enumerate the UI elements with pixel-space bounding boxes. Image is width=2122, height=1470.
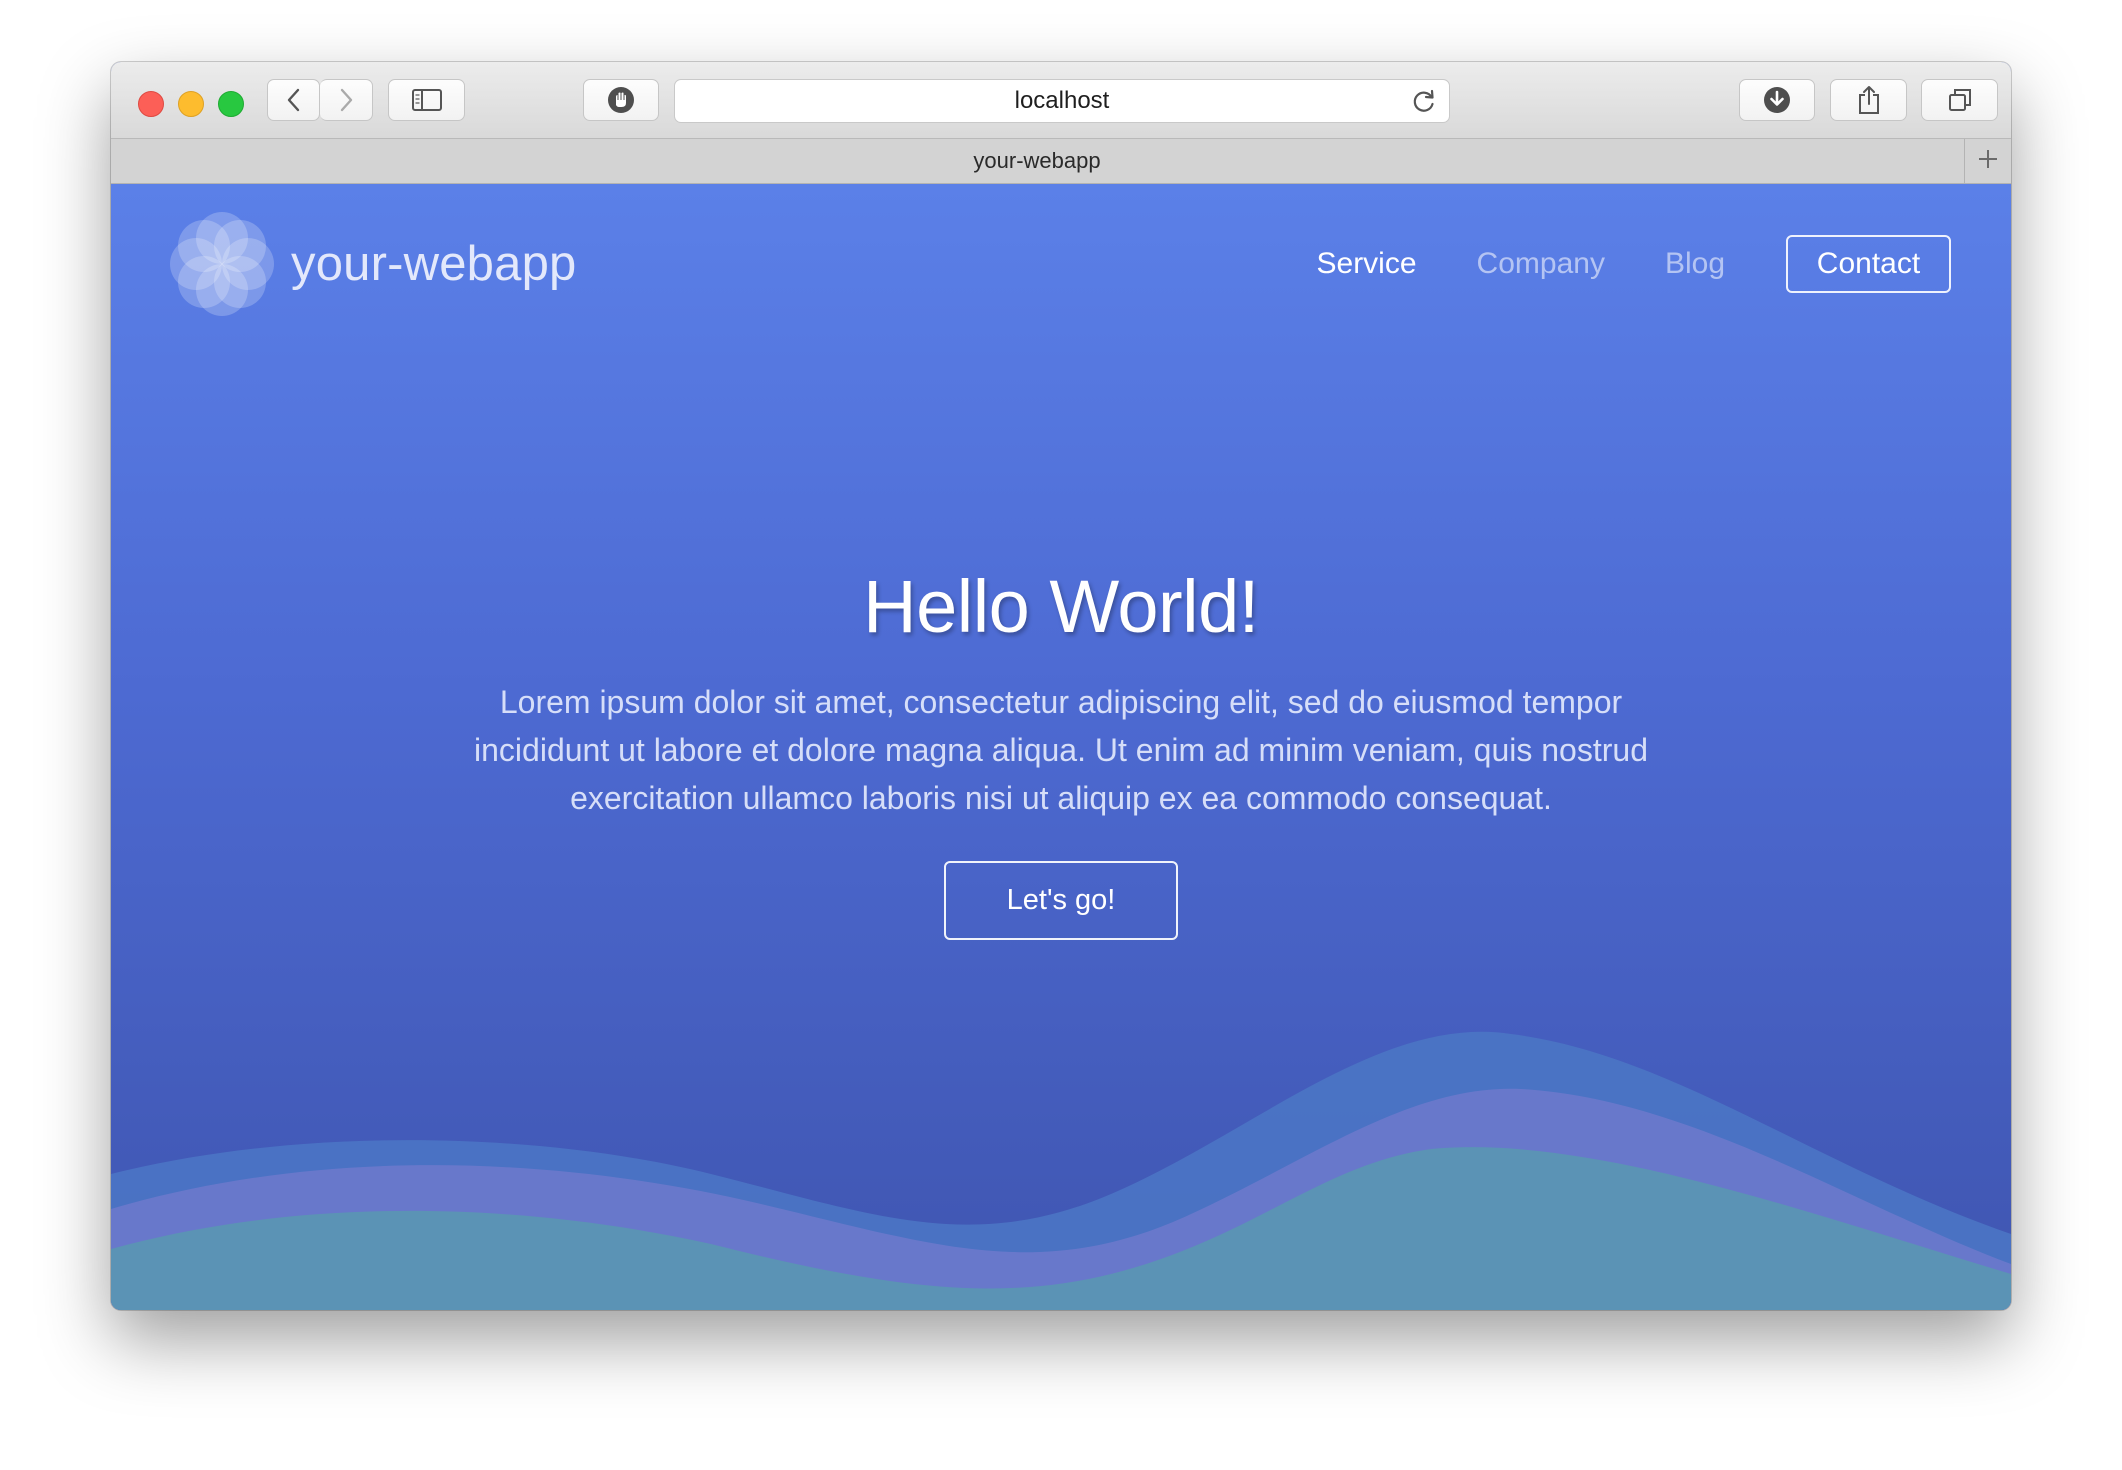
address-text: localhost	[1014, 87, 1110, 114]
tab-active[interactable]: your-webapp	[111, 139, 1963, 183]
lets-go-button[interactable]: Let's go!	[944, 861, 1178, 940]
nav-company[interactable]: Company	[1477, 247, 1605, 281]
tab-bar: your-webapp	[111, 139, 2011, 184]
address-bar[interactable]: localhost	[674, 79, 1450, 123]
tabs-overview-button[interactable]	[1921, 79, 1998, 121]
new-tab-button[interactable]	[1964, 139, 2011, 183]
share-icon	[1855, 84, 1883, 116]
brand-name: your-webapp	[291, 237, 577, 291]
web-page: your-webapp Service Company Blog Contact…	[111, 184, 2011, 1310]
zoom-window-button[interactable]	[218, 91, 244, 117]
privacy-button[interactable]	[583, 79, 659, 121]
reload-icon[interactable]	[1411, 88, 1437, 121]
flower-logo-icon	[169, 211, 275, 317]
back-button[interactable]	[267, 79, 320, 121]
brand[interactable]: your-webapp	[169, 211, 577, 317]
forward-button[interactable]	[320, 79, 373, 121]
close-window-button[interactable]	[138, 91, 164, 117]
tabs-overview-icon	[1946, 86, 1974, 114]
sidebar-button[interactable]	[388, 79, 465, 121]
sidebar-icon	[411, 88, 443, 112]
download-icon	[1762, 85, 1792, 115]
browser-window: localhost your-webapp your-webapp Servic…	[111, 62, 2011, 1310]
tab-title: your-webapp	[973, 148, 1101, 173]
forward-icon	[337, 87, 355, 113]
privacy-shield-icon	[606, 85, 636, 115]
minimize-window-button[interactable]	[178, 91, 204, 117]
hero-text: Lorem ipsum dolor sit amet, consectetur …	[474, 684, 1648, 816]
back-icon	[285, 87, 303, 113]
main-nav: Service Company Blog Contact	[1257, 234, 1951, 294]
nav-blog[interactable]: Blog	[1665, 247, 1725, 281]
contact-button[interactable]: Contact	[1786, 235, 1951, 293]
plus-icon	[1976, 147, 2000, 176]
share-button[interactable]	[1830, 79, 1907, 121]
nav-service[interactable]: Service	[1317, 247, 1417, 281]
browser-toolbar: localhost	[111, 62, 2011, 139]
downloads-button[interactable]	[1739, 79, 1815, 121]
hero-title: Hello World!	[863, 565, 1259, 648]
